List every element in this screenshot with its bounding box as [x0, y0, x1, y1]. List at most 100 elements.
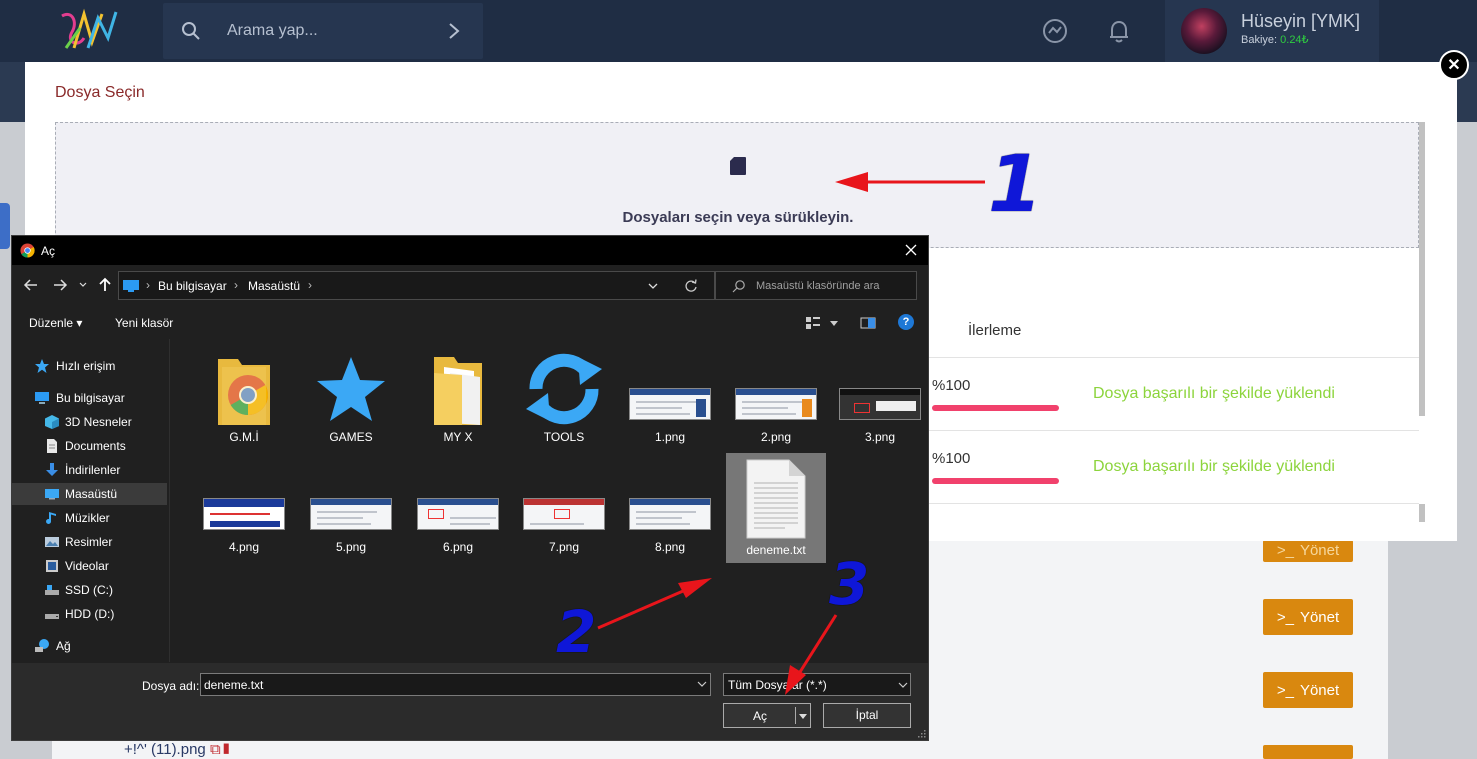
annotation-step-1: 1 — [988, 140, 1043, 230]
row-divider — [927, 357, 1419, 358]
top-navbar: Arama yap... Hüseyin [YMK] Bakiye: 0.24₺ — [0, 0, 1477, 62]
folder-search-input[interactable]: Masaüstü klasöründe ara — [756, 280, 880, 292]
file-tile-1-png[interactable]: 1.png — [620, 343, 720, 447]
text-file-icon — [746, 459, 806, 539]
help-icon[interactable]: ? — [898, 314, 914, 330]
organize-button[interactable]: Düzenle ▾ — [29, 316, 82, 330]
file-dropzone[interactable]: Dosyaları seçin veya sürükleyin. — [55, 122, 1419, 248]
background-file-name[interactable]: +!^' (11).png ⧉▮ — [124, 741, 232, 758]
resize-grip-icon[interactable] — [917, 729, 926, 738]
sync-icon — [526, 353, 602, 425]
computer-icon — [35, 392, 49, 404]
manage-button[interactable] — [1263, 745, 1353, 759]
chevron-down-icon[interactable] — [697, 680, 707, 688]
music-icon — [46, 512, 56, 524]
open-button[interactable]: Aç — [723, 703, 811, 728]
user-menu[interactable]: Hüseyin [YMK] Bakiye: 0.24₺ — [1165, 0, 1379, 62]
chevron-down-icon[interactable] — [647, 281, 659, 291]
forward-arrow-icon[interactable] — [52, 277, 68, 293]
caret-down-icon[interactable] — [829, 315, 839, 331]
chevron-right-icon: › — [234, 278, 238, 292]
dialog-titlebar[interactable]: Aç — [12, 236, 928, 265]
file-tile-games[interactable]: GAMES — [301, 343, 401, 447]
avatar[interactable] — [1181, 8, 1227, 54]
sidebar-item-quick-access[interactable]: Hızlı erişim — [12, 355, 167, 377]
document-icon — [47, 439, 57, 453]
sidebar-item-videos[interactable]: Videolar — [12, 555, 167, 577]
breadcrumb-desktop[interactable]: Masaüstü — [248, 279, 300, 293]
search-icon — [182, 22, 200, 40]
chevron-down-icon[interactable] — [78, 277, 88, 293]
sidebar-item-3d-objects[interactable]: 3D Nesneler — [12, 411, 167, 433]
sidebar-item-desktop[interactable]: Masaüstü — [12, 483, 167, 505]
refresh-icon[interactable] — [684, 278, 698, 294]
site-search-input[interactable]: Arama yap... — [227, 22, 318, 40]
file-tile-7-png[interactable]: 7.png — [514, 453, 614, 557]
image-thumbnail — [203, 498, 285, 530]
row-divider — [927, 430, 1419, 431]
file-icon — [730, 157, 746, 175]
file-type-select[interactable]: Tüm Dosyalar (*.*) — [723, 673, 911, 696]
sidebar-item-ssd-c[interactable]: SSD (C:) — [12, 579, 167, 601]
open-file-dialog: Aç › Bu bilgisayar › Masaüstü › Masaüstü… — [11, 235, 929, 741]
upload-success-message: Dosya başarılı bir şekilde yüklendi — [1093, 458, 1335, 475]
folder-search-box[interactable]: Masaüstü klasöründe ara — [715, 271, 917, 300]
sidebar-item-documents[interactable]: Documents — [12, 435, 167, 457]
sidebar-item-downloads[interactable]: İndirilenler — [12, 459, 167, 481]
file-tile-5-png[interactable]: 5.png — [301, 453, 401, 557]
back-arrow-icon[interactable] — [23, 277, 39, 293]
chrome-folder-icon — [218, 359, 270, 425]
sidebar-item-this-pc[interactable]: Bu bilgisayar — [12, 387, 167, 409]
manage-button[interactable]: >_ Yönet — [1263, 540, 1353, 562]
manage-button[interactable]: >_ Yönet — [1263, 672, 1353, 708]
dialog-footer: Dosya adı: deneme.txt Tüm Dosyalar (*.*)… — [12, 663, 928, 740]
view-options-icon[interactable] — [805, 315, 821, 331]
sidebar-item-hdd-d[interactable]: HDD (D:) — [12, 603, 167, 625]
modal-scrollbar[interactable] — [1419, 122, 1425, 416]
file-tile-8-png[interactable]: 8.png — [620, 453, 720, 557]
messenger-icon[interactable] — [1042, 18, 1068, 44]
image-thumbnail — [839, 388, 921, 420]
address-bar[interactable]: › Bu bilgisayar › Masaüstü › — [118, 271, 715, 300]
preview-pane-icon[interactable] — [860, 315, 876, 331]
close-icon[interactable] — [902, 241, 920, 259]
file-tile-4-png[interactable]: 4.png — [194, 453, 294, 557]
image-thumbnail — [629, 498, 711, 530]
file-tile-my-x[interactable]: MY X — [408, 343, 508, 447]
cancel-button[interactable]: İptal — [823, 703, 911, 728]
drive-icon — [45, 585, 59, 595]
pictures-icon — [45, 537, 59, 547]
sidebar-item-pictures[interactable]: Resimler — [12, 531, 167, 553]
manage-button[interactable]: >_ Yönet — [1263, 599, 1353, 635]
image-thumbnail — [523, 498, 605, 530]
upload-percent: %100 — [932, 377, 971, 394]
chevron-right-icon: › — [146, 278, 150, 292]
sidebar-item-music[interactable]: Müzikler — [12, 507, 167, 529]
breadcrumb-this-pc[interactable]: Bu bilgisayar — [158, 279, 227, 293]
external-link-icon[interactable]: ⧉▮ — [210, 741, 232, 758]
network-icon — [35, 639, 49, 652]
modal-close-button[interactable]: ✕ — [1439, 50, 1469, 80]
modal-scrollbar-thumb[interactable] — [1419, 504, 1425, 522]
file-tile-6-png[interactable]: 6.png — [408, 453, 508, 557]
file-tile-gmi[interactable]: G.M.İ — [194, 343, 294, 447]
progress-column-header: İlerleme — [968, 322, 1022, 339]
dropzone-text: Dosyaları seçin veya sürükleyin. — [622, 209, 854, 226]
filename-input[interactable]: deneme.txt — [200, 673, 711, 696]
bell-icon[interactable] — [1106, 18, 1132, 44]
new-folder-button[interactable]: Yeni klasör — [115, 316, 173, 330]
upload-progress-bar — [932, 405, 1059, 411]
close-icon: ✕ — [1447, 57, 1461, 74]
site-logo[interactable] — [58, 8, 120, 54]
caret-down-icon[interactable] — [798, 712, 808, 720]
sidebar-item-network[interactable]: Ağ — [12, 635, 167, 657]
file-tile-2-png[interactable]: 2.png — [726, 343, 826, 447]
side-tab[interactable] — [0, 203, 10, 249]
file-tile-3-png[interactable]: 3.png — [830, 343, 930, 447]
file-tile-tools[interactable]: TOOLS — [514, 343, 614, 447]
up-arrow-icon[interactable] — [97, 277, 113, 293]
chevron-right-icon[interactable] — [447, 21, 461, 41]
navigation-pane: Hızlı erişim Bu bilgisayar 3D Nesneler D… — [12, 339, 169, 662]
site-search-bar[interactable]: Arama yap... — [163, 3, 483, 59]
file-tile-deneme-txt[interactable]: deneme.txt — [726, 453, 826, 563]
